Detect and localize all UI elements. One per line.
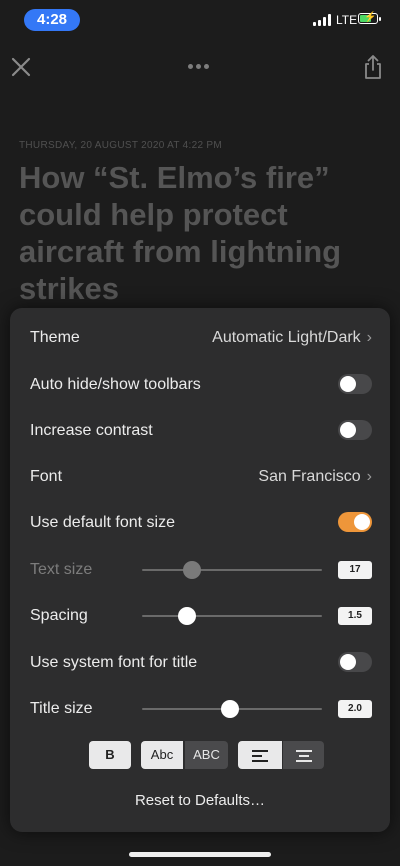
chevron-right-icon: ›	[366, 329, 372, 346]
title-size-label: Title size	[30, 700, 93, 717]
text-size-value: 17	[338, 561, 372, 579]
title-size-slider[interactable]	[142, 694, 322, 724]
title-size-value: 2.0	[338, 700, 372, 718]
title-size-row: Title size 2.0	[30, 694, 372, 724]
more-icon[interactable]	[188, 64, 209, 69]
increase-contrast-row: Increase contrast	[30, 416, 372, 446]
appearance-settings-panel: Theme Automatic Light/Dark › Auto hide/s…	[10, 308, 390, 832]
theme-row[interactable]: Theme Automatic Light/Dark ›	[30, 323, 372, 353]
slider-thumb[interactable]	[221, 700, 240, 718]
auto-hide-toolbars-toggle[interactable]	[338, 374, 372, 394]
align-left-icon	[252, 749, 268, 762]
reset-to-defaults-button[interactable]: Reset to Defaults…	[10, 792, 390, 809]
system-font-title-row: Use system font for title	[30, 648, 372, 678]
charging-bolt-icon: ⚡	[364, 12, 377, 23]
align-left-button[interactable]	[238, 741, 282, 769]
font-row[interactable]: Font San Francisco ›	[30, 462, 372, 492]
home-indicator[interactable]	[129, 852, 271, 857]
spacing-value: 1.5	[338, 607, 372, 625]
status-time: 4:28	[24, 9, 80, 31]
battery-icon: ⚡	[358, 12, 381, 24]
network-type: LTE	[336, 13, 358, 27]
increase-contrast-label: Increase contrast	[30, 422, 153, 439]
align-center-button[interactable]	[283, 741, 324, 769]
default-font-size-label: Use default font size	[30, 514, 175, 531]
article-dateline: THURSDAY, 20 AUGUST 2020 AT 4:22 PM	[19, 140, 222, 151]
signal-icon	[313, 14, 331, 26]
bold-button[interactable]: B	[89, 741, 131, 769]
system-font-title-toggle[interactable]	[338, 652, 372, 672]
increase-contrast-toggle[interactable]	[338, 420, 372, 440]
article-header: THURSDAY, 20 AUGUST 2020 AT 4:22 PM How …	[19, 140, 389, 307]
theme-label: Theme	[30, 329, 80, 346]
status-bar: 4:28 LTE ⚡	[0, 0, 400, 40]
slider-thumb[interactable]	[182, 561, 201, 579]
share-icon[interactable]	[362, 54, 384, 80]
auto-hide-toolbars-label: Auto hide/show toolbars	[30, 376, 201, 393]
font-value: San Francisco	[258, 468, 361, 485]
reader-toolbar	[0, 48, 400, 88]
default-font-size-toggle[interactable]	[338, 512, 372, 532]
text-size-slider[interactable]	[142, 555, 322, 585]
format-buttons: B Abc ABC	[10, 741, 390, 769]
slider-thumb[interactable]	[177, 607, 196, 625]
close-icon[interactable]	[10, 56, 32, 78]
system-font-title-label: Use system font for title	[30, 654, 198, 671]
spacing-row: Spacing 1.5	[30, 601, 372, 631]
default-font-size-row: Use default font size	[30, 508, 372, 538]
article-headline: How “St. Elmo’s fire” could help protect…	[19, 160, 342, 306]
text-size-row: Text size 17	[30, 555, 372, 585]
font-label: Font	[30, 468, 63, 485]
theme-value: Automatic Light/Dark	[212, 329, 361, 346]
spacing-label: Spacing	[30, 607, 88, 624]
auto-hide-toolbars-row: Auto hide/show toolbars	[30, 370, 372, 400]
title-case-button[interactable]: Abc	[141, 741, 183, 769]
chevron-right-icon: ›	[366, 468, 372, 485]
align-center-icon	[295, 749, 312, 762]
upper-case-button[interactable]: ABC	[185, 741, 228, 769]
spacing-slider[interactable]	[142, 601, 322, 631]
text-size-label: Text size	[30, 561, 93, 578]
